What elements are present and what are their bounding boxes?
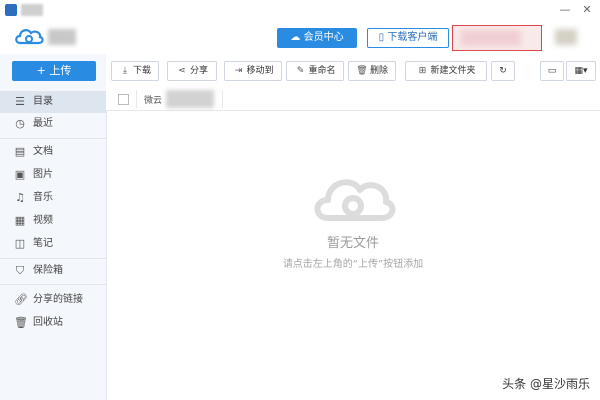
share-button[interactable]: ⋖ 分享: [167, 61, 217, 81]
app-icon: [5, 4, 17, 16]
sidebar-item-video[interactable]: ▦ 视频: [0, 210, 106, 232]
download-icon: ⤓: [122, 66, 127, 76]
phone-icon: ▯: [378, 32, 385, 43]
column-separator: [222, 90, 223, 108]
new-folder-icon: ⊞: [418, 66, 427, 76]
document-icon: ▤: [14, 145, 26, 158]
chevron-down-icon: ▾: [582, 66, 588, 76]
refresh-button[interactable]: ↻: [491, 61, 515, 81]
move-icon: ⇥: [234, 66, 243, 76]
sidebar-item-recent[interactable]: ◷ 最近: [0, 113, 106, 135]
divider: [0, 138, 106, 139]
breadcrumb-root[interactable]: 微云: [144, 93, 162, 106]
window-title-redacted: [21, 4, 43, 16]
new-folder-button[interactable]: ⊞ 新建文件夹: [405, 61, 487, 81]
view-mode-dropdown[interactable]: ▦▾: [566, 61, 596, 81]
select-all-checkbox[interactable]: [118, 94, 129, 105]
edit-icon: ✎: [296, 66, 305, 76]
breadcrumb-redacted: [166, 90, 214, 108]
shield-icon: ⛉: [15, 264, 25, 277]
divider: [0, 284, 106, 285]
rename-button[interactable]: ✎ 重命名: [286, 61, 344, 81]
file-list-header: 微云: [106, 88, 600, 111]
empty-hint: 请点击左上角的“上传”按钮添加: [282, 259, 424, 270]
sidebar: + 上传 ☰ 目录 ◷ 最近 ▤ 文档 ▣ 图片 ♫ 音乐 ▦ 视频 ◫ 笔记 …: [0, 54, 107, 400]
trash-icon: 🗑︎: [356, 66, 368, 76]
user-info-redacted: [461, 30, 521, 46]
divider: [0, 258, 106, 259]
account-name-redacted: [48, 29, 76, 45]
trash-icon: 🗑︎: [14, 316, 28, 329]
clock-icon: ◷: [15, 117, 25, 130]
title-bar: — ✕: [0, 0, 600, 21]
refresh-icon: ↻: [499, 66, 507, 76]
link-icon: 🔗︎: [14, 293, 28, 306]
upload-button[interactable]: + 上传: [12, 61, 96, 81]
image-icon: ▣: [14, 168, 26, 181]
music-icon: ♫: [15, 191, 25, 204]
minimize-icon[interactable]: —: [556, 2, 574, 18]
member-center-button[interactable]: ☁ 会员中心: [277, 28, 357, 48]
note-icon: ◫: [14, 237, 26, 250]
watermark: 头条 @星沙雨乐: [502, 377, 590, 391]
download-client-button[interactable]: ▯ 下载客户端: [367, 28, 449, 48]
sidebar-item-directory[interactable]: ☰ 目录: [0, 91, 106, 113]
cloud-icon: ☁: [290, 32, 301, 43]
video-icon: ▦: [14, 214, 26, 227]
sidebar-item-recycle-bin[interactable]: 🗑︎ 回收站: [0, 312, 106, 334]
list-icon: ☰: [15, 95, 25, 108]
sidebar-item-shared-links[interactable]: 🔗︎ 分享的链接: [0, 289, 106, 311]
toolbar: ⤓ 下载 ⋖ 分享 ⇥ 移动到 ✎ 重命名 🗑︎ 删除 ⊞ 新建文件夹 ↻ ▭ ▦▾: [106, 54, 600, 88]
close-icon[interactable]: ✕: [578, 2, 596, 18]
sidebar-item-notes[interactable]: ◫ 笔记: [0, 233, 106, 255]
empty-title: 暂无文件: [326, 236, 379, 251]
share-icon: ⋖: [178, 66, 186, 76]
panel-icon: ▭: [547, 66, 557, 76]
delete-button[interactable]: 🗑︎ 删除: [348, 61, 396, 81]
download-button[interactable]: ⤓ 下载: [111, 61, 159, 81]
sidebar-item-documents[interactable]: ▤ 文档: [0, 141, 106, 163]
sidebar-item-safe-box[interactable]: ⛉ 保险箱: [0, 260, 106, 282]
sidebar-item-music[interactable]: ♫ 音乐: [0, 187, 106, 209]
empty-state: 暂无文件 请点击左上角的“上传”按钮添加: [106, 170, 600, 270]
user-info-box[interactable]: [452, 25, 542, 51]
move-to-button[interactable]: ⇥ 移动到: [224, 61, 282, 81]
weiyun-logo-icon: [15, 29, 44, 45]
detail-view-button[interactable]: ▭: [540, 61, 564, 81]
sidebar-item-images[interactable]: ▣ 图片: [0, 164, 106, 186]
column-separator: [136, 90, 137, 108]
avatar[interactable]: [555, 29, 577, 45]
cloud-icon: [314, 179, 396, 221]
grid-icon: ▦: [574, 66, 583, 76]
header: ☁ 会员中心 ▯ 下载客户端: [0, 20, 600, 54]
